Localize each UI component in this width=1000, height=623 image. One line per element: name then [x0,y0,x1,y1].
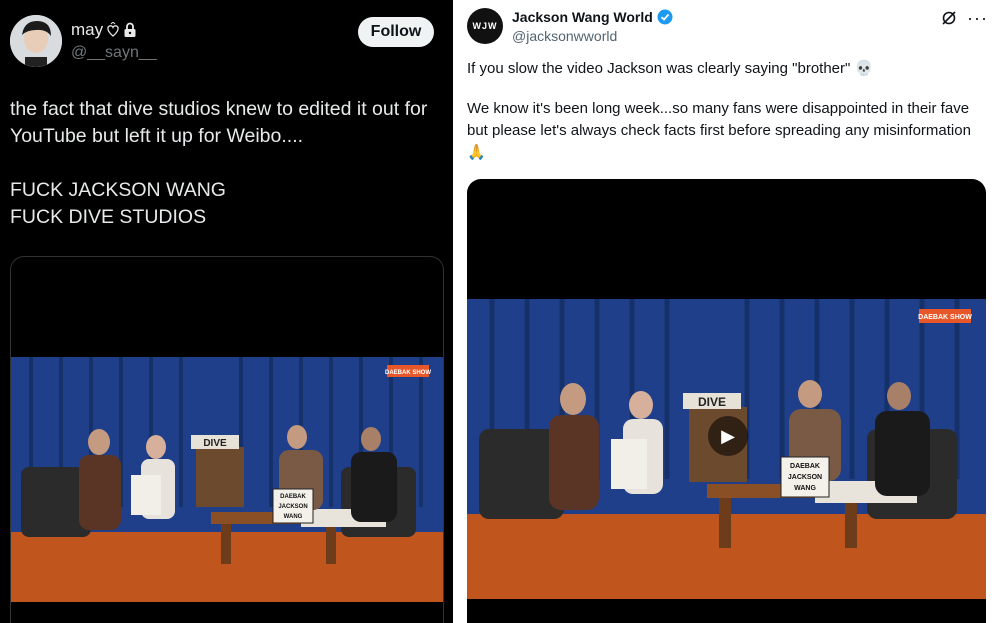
tweet-paragraph: the fact that dive studios knew to edite… [10,98,428,147]
avatar[interactable]: WJW [467,8,503,44]
tweet-text: the fact that dive studios knew to edite… [10,96,450,231]
card-line: WANG [794,485,816,492]
display-name[interactable]: may [71,20,137,40]
right-tweet: WJW Jackson Wang World @jacksonwworld ··… [453,0,1000,623]
display-name[interactable]: Jackson Wang World [512,9,673,25]
tweet-paragraph: FUCK DIVE STUDIOS [10,206,207,228]
video-player[interactable]: DIVE DAEBAK SHOW DAEBAK JACKSON WANG [10,256,444,623]
daebak-badge: DAEBAK SHOW [918,314,972,321]
dive-sign: DIVE [698,395,726,409]
avatar-label: WJW [472,21,498,31]
card-line: JACKSON [278,504,307,510]
display-name-text: may [71,20,104,39]
more-options-icon[interactable]: ··· [967,8,988,29]
display-name-text: Jackson Wang World [512,9,653,25]
card-line: WANG [284,514,303,520]
tweet-paragraph: FUCK JACKSON WANG [10,179,226,201]
grok-icon[interactable] [941,10,957,26]
tweet-paragraph: If you slow the video Jackson was clearl… [467,60,874,77]
left-tweet: may @__sayn__ Follow the fact that dive … [0,0,453,623]
heart-outline-icon [106,22,120,38]
handle[interactable]: @__sayn__ [71,44,157,62]
avatar[interactable] [10,15,62,67]
daebak-badge: DAEBAK SHOW [385,370,431,376]
card-line: DAEBAK [790,463,820,470]
handle[interactable]: @jacksonwworld [512,28,617,44]
video-player[interactable]: DIVE DAEBAK SHOW DAEBAK JACKSON WANG ▶ [467,179,986,623]
verified-badge-icon [657,9,673,25]
play-icon: ▶ [721,425,735,446]
tweet-text: If you slow the video Jackson was clearl… [467,58,987,182]
card-line: DAEBAK [280,494,306,500]
tweet-paragraph: We know it's been long week...so many fa… [467,100,971,161]
follow-button[interactable]: Follow [358,17,434,47]
lock-icon [123,22,137,38]
video-frame: DIVE DAEBAK SHOW DAEBAK JACKSON WANG [11,357,443,602]
play-button[interactable]: ▶ [708,416,748,456]
card-line: JACKSON [788,474,822,481]
dive-sign: DIVE [203,438,227,449]
